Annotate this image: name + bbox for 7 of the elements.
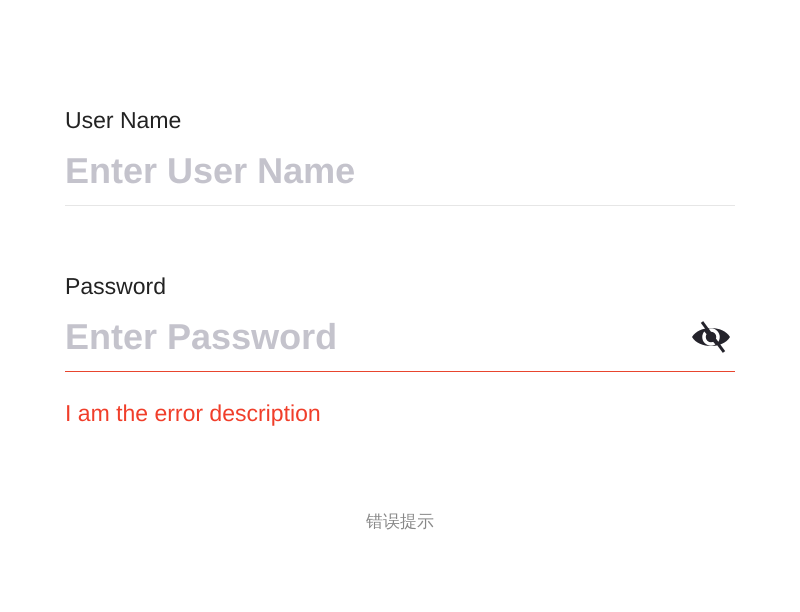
error-message: I am the error description	[65, 399, 321, 428]
field-label: User Name	[65, 106, 182, 135]
password-field[interactable]: Enter Password	[65, 302, 735, 372]
caption: 错误提示	[366, 512, 434, 530]
hide-password-icon[interactable]	[691, 320, 731, 354]
field-label: Password	[65, 272, 166, 301]
input-field[interactable]: Enter User Name	[65, 136, 735, 206]
